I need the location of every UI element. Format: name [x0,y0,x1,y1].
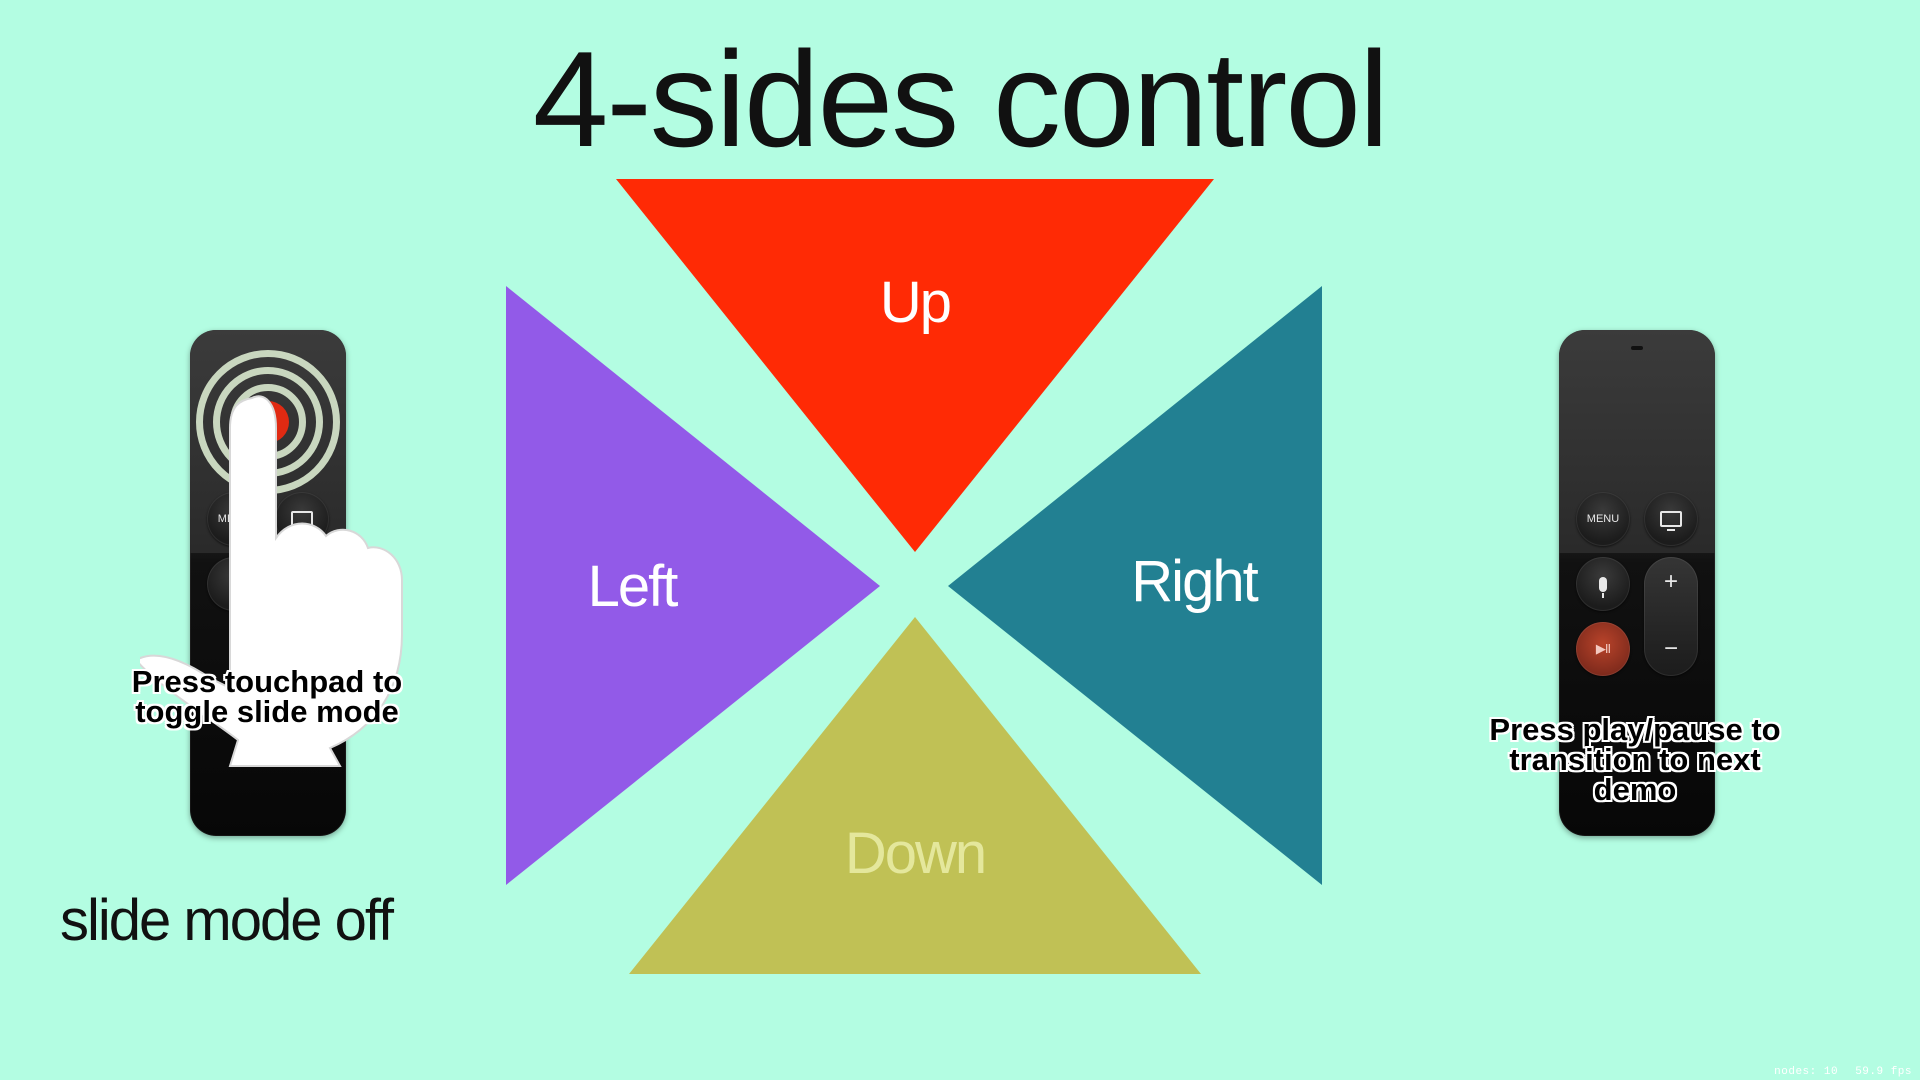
right-label: Right [1131,549,1258,614]
play-pause-icon: ▶II [1595,641,1611,656]
right-remote-hint: Press play/pause to transition to next d… [1489,712,1781,807]
mic-button-right[interactable] [1576,557,1630,611]
up-label: Up [880,270,950,335]
volume-up-label: + [1663,568,1678,595]
left-remote-hint: Press touchpad to toggle slide mode [131,664,403,729]
node-count: nodes: 10 [1774,1066,1839,1078]
fps-readout: 59.9 fps [1855,1066,1912,1078]
left-label: Left [588,554,679,619]
volume-rocker[interactable]: + − [1644,557,1698,676]
perf-overlay: nodes: 10 59.9 fps [1774,1066,1912,1078]
volume-down-label: − [1663,635,1678,662]
tv-button-right[interactable] [1644,492,1698,546]
menu-button-right-label: MENU [1586,513,1620,525]
game-scene: 4-sides control Up Left Right Down MENU [0,0,1920,1080]
ir-sensor [1631,346,1643,350]
play-pause-button[interactable]: ▶II [1576,622,1630,676]
tv-icon [1660,511,1682,531]
microphone-icon [1599,576,1607,598]
down-label: Down [845,821,985,886]
menu-button-right[interactable]: MENU [1576,492,1630,546]
slide-mode-status: slide mode off [60,888,394,953]
